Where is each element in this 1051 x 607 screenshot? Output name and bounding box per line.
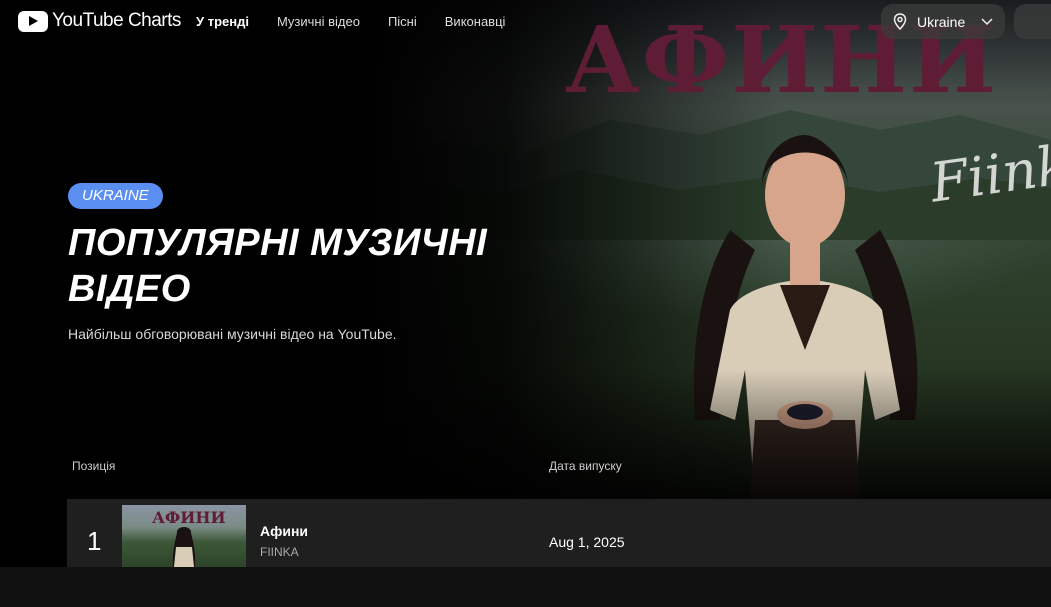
nav-artists[interactable]: Виконавці <box>445 14 506 29</box>
chevron-down-icon <box>981 17 993 25</box>
country-label: Ukraine <box>917 13 966 30</box>
country-badge: UKRAINE <box>68 183 163 209</box>
column-header-position: Позиція <box>72 459 116 473</box>
thumbnail-figure <box>172 527 196 567</box>
youtube-charts-logo[interactable]: YouTube Charts <box>18 10 181 32</box>
nav-trending[interactable]: У тренді <box>196 14 249 29</box>
page-title: ПОПУЛЯРНІ МУЗИЧНІ ВІДЕО <box>68 222 488 310</box>
header-extra-button[interactable] <box>1014 4 1051 39</box>
top-navigation: YouTube Charts У тренді Музичні відео Пі… <box>0 0 1051 44</box>
bottom-fade <box>360 370 1051 500</box>
main-nav: У тренді Музичні відео Пісні Виконавці <box>196 14 505 29</box>
table-row[interactable]: 1 АФИНИ Афини FIINKA Aug 1, 2025 <box>67 499 1051 567</box>
logo-text: YouTube Charts <box>52 10 181 31</box>
rank-number: 1 <box>87 526 102 556</box>
release-date: Aug 1, 2025 <box>549 534 625 550</box>
country-selector[interactable]: Ukraine <box>881 4 1005 39</box>
page-bottom <box>0 567 1051 607</box>
song-title[interactable]: Афини <box>260 523 308 539</box>
video-thumbnail[interactable]: АФИНИ <box>122 505 246 567</box>
nav-songs[interactable]: Пісні <box>388 14 417 29</box>
artist-name[interactable]: FIINKA <box>260 545 299 559</box>
youtube-play-icon <box>18 10 48 32</box>
page-subtitle: Найбільш обговорювані музичні відео на Y… <box>68 326 397 342</box>
nav-music-videos[interactable]: Музичні відео <box>277 14 360 29</box>
location-pin-icon <box>893 13 907 30</box>
column-header-release-date: Дата випуску <box>549 459 622 473</box>
